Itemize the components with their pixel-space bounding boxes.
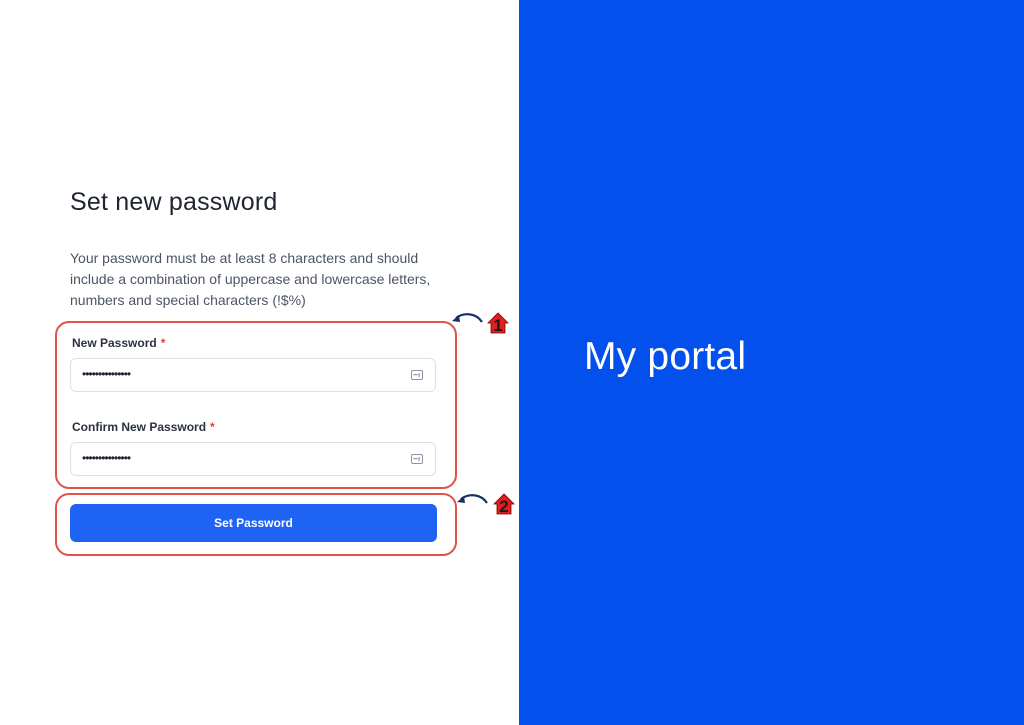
highlight-box-fields — [55, 321, 457, 489]
curved-arrow-icon — [452, 313, 483, 323]
password-requirements-text: Your password must be at least 8 charact… — [70, 250, 431, 308]
page-title: Set new password — [70, 188, 278, 216]
brand-panel: My portal — [519, 0, 1024, 725]
step-number: 1 — [493, 316, 503, 335]
step-marker-1: 1 — [487, 312, 509, 335]
curved-arrow-icon — [457, 494, 488, 504]
form-panel: Set new password Your password must be a… — [0, 0, 519, 725]
highlight-box-button — [55, 493, 457, 556]
brand-title: My portal — [584, 335, 747, 378]
step-number: 2 — [499, 497, 509, 516]
step-marker-2: 2 — [493, 493, 515, 516]
